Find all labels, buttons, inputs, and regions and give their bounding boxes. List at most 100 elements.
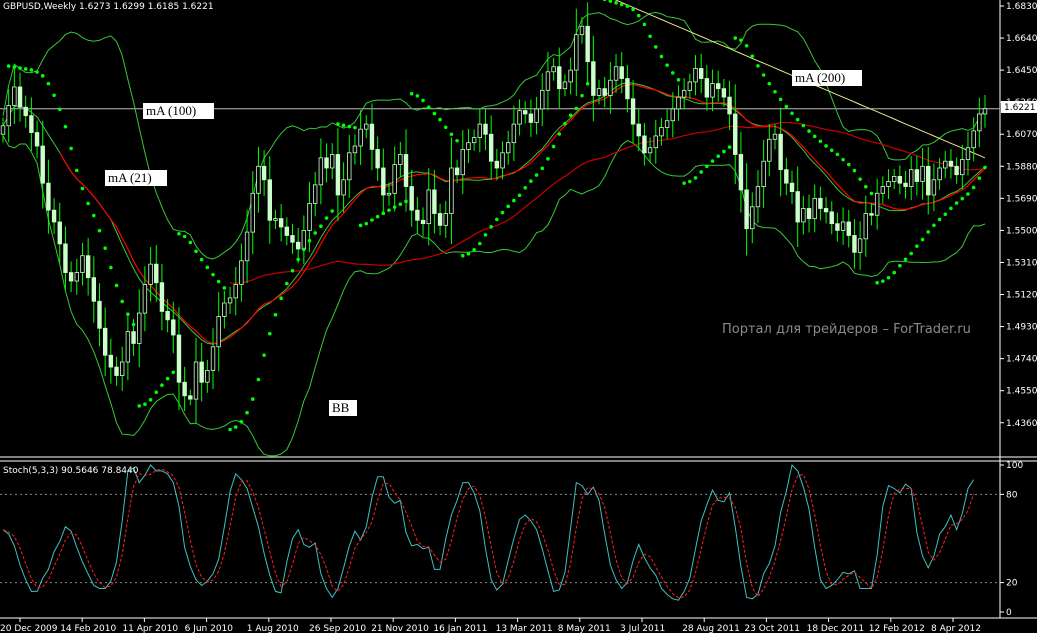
time-tick-label: 12 Feb 2012	[869, 624, 925, 633]
sar-dot	[92, 213, 96, 218]
candle-body	[216, 316, 221, 348]
sar-dot	[40, 74, 45, 78]
sar-dot	[943, 212, 948, 217]
sar-dot	[512, 198, 516, 203]
candle-body	[449, 167, 454, 214]
sar-dot	[653, 45, 658, 49]
sar-dot	[523, 186, 528, 190]
sar-dot	[954, 201, 959, 205]
candle-body	[386, 192, 392, 196]
candle-body	[943, 160, 948, 169]
candle-body	[23, 106, 28, 117]
candle-body	[80, 255, 85, 273]
sar-dot	[415, 94, 420, 98]
sar-dot	[619, 2, 624, 7]
candle-body	[568, 69, 573, 83]
candle-body	[733, 113, 738, 155]
sar-dot	[211, 272, 215, 277]
sar-dot	[347, 124, 352, 129]
time-tick-label: 11 Apr 2010	[122, 624, 178, 633]
sar-dot	[80, 186, 85, 191]
candle-body	[233, 283, 238, 299]
candle-body	[51, 209, 57, 223]
candle-body	[358, 128, 363, 147]
candle-body	[171, 319, 176, 336]
candle-body	[596, 88, 602, 96]
candle-body	[738, 154, 744, 191]
candle-body	[789, 182, 795, 192]
candle-body	[551, 66, 556, 73]
sar-dot	[517, 193, 522, 198]
candle-body	[63, 243, 68, 273]
sar-dot	[409, 91, 414, 96]
price-tick-label: 1.5880	[1006, 162, 1037, 172]
candle-body	[954, 165, 959, 176]
candle-body	[767, 138, 772, 162]
stoch-tick-label: 20	[1006, 579, 1018, 589]
sar-dot	[898, 263, 902, 268]
sar-dot	[438, 117, 442, 122]
stoch-tick-label: 80	[1006, 490, 1018, 500]
sar-dot	[716, 154, 721, 158]
sar-dot	[324, 216, 329, 220]
sar-dot	[279, 296, 283, 301]
sar-dot	[614, 1, 618, 5]
sar-dot	[688, 179, 692, 184]
sar-dot	[966, 192, 970, 196]
time-tick-label: 28 Aug 2011	[682, 624, 740, 633]
sar-dot	[761, 73, 766, 77]
sar-dot	[52, 93, 56, 98]
candle-body	[926, 165, 931, 196]
sar-dot	[35, 70, 39, 74]
sar-dot	[336, 122, 340, 126]
candle-body	[818, 197, 823, 209]
price-tick-label: 1.4550	[1006, 387, 1037, 397]
candle-body	[347, 152, 352, 181]
time-tick-label: 18 Dec 2011	[807, 624, 865, 633]
candle-body	[29, 115, 34, 133]
candle-body	[914, 169, 920, 182]
sar-dot	[228, 427, 232, 432]
candle-body	[68, 272, 74, 282]
candle-body	[540, 89, 545, 110]
sar-dot	[483, 233, 488, 237]
candle-body	[960, 159, 965, 176]
sar-dot	[812, 134, 817, 139]
price-tick-label: 1.4360	[1006, 419, 1037, 429]
sar-dot	[892, 270, 896, 275]
candle-body	[392, 164, 397, 194]
candle-body	[676, 96, 681, 110]
sar-dot	[29, 68, 34, 72]
candle-body	[375, 149, 380, 169]
sar-dot	[330, 209, 335, 213]
price-tick-label: 1.6640	[1006, 34, 1037, 44]
candle-body	[85, 255, 91, 279]
candle-body	[415, 209, 420, 221]
candle-body	[74, 272, 79, 282]
stoch-pane-header: Stoch(5,3,3) 90.5646 78.8440	[3, 466, 139, 476]
sar-dot	[18, 66, 22, 70]
sar-dot	[602, 0, 607, 2]
candle-body	[426, 189, 431, 225]
candle-body	[114, 366, 119, 376]
sar-dot	[6, 64, 11, 68]
candle-body	[108, 354, 114, 368]
candle-body	[903, 182, 908, 187]
candle-body	[307, 203, 312, 231]
sar-dot	[875, 280, 879, 285]
candle-body	[647, 147, 653, 154]
sar-dot	[699, 170, 703, 174]
candle-body	[846, 221, 851, 236]
sar-dot	[563, 121, 567, 126]
candle-body	[909, 169, 914, 187]
sar-dot	[233, 425, 238, 429]
sar-dot	[273, 313, 278, 317]
sar-dot	[937, 217, 942, 222]
candle-body	[256, 165, 261, 194]
candle-body	[102, 327, 108, 356]
candle-body	[806, 208, 812, 219]
sar-dot	[960, 196, 965, 201]
sar-dot	[69, 146, 73, 151]
candle-body	[653, 135, 658, 149]
sar-dot	[256, 377, 261, 382]
